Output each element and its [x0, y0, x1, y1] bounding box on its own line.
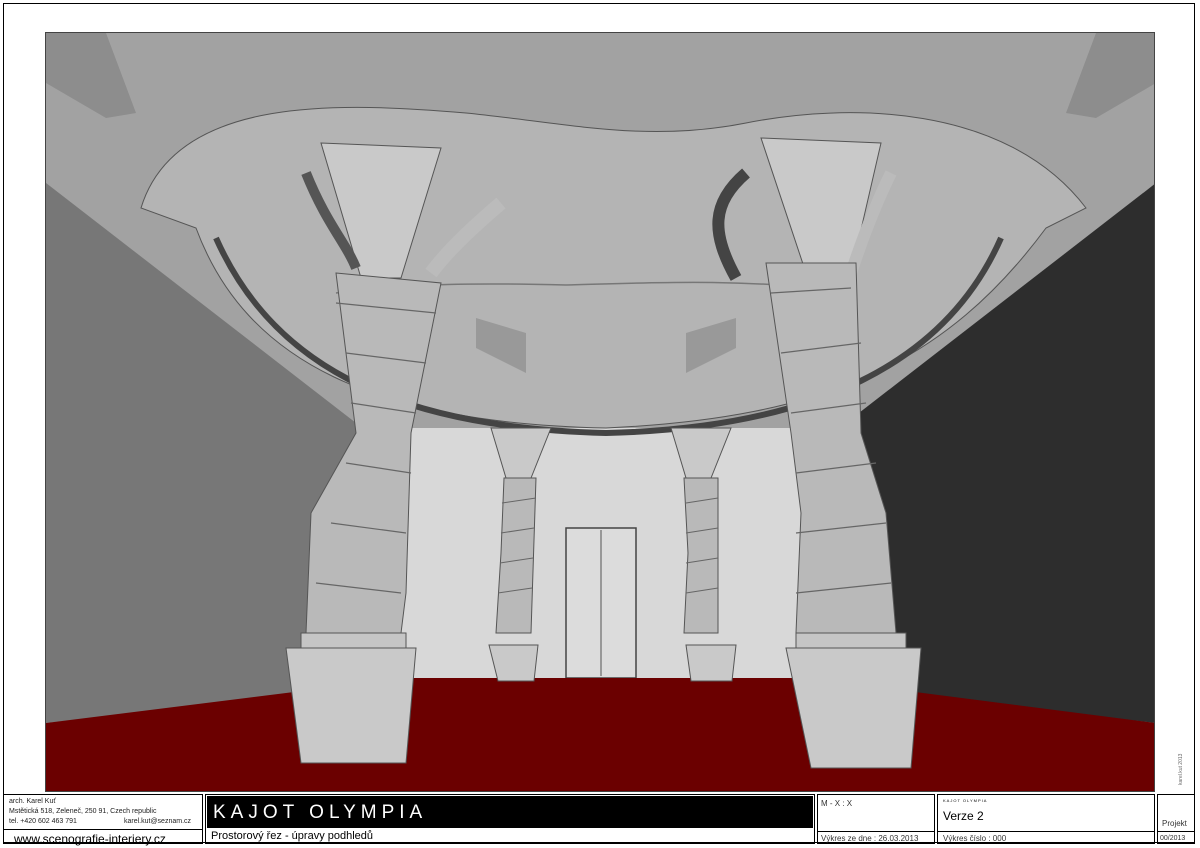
- project-label: Projekt: [1162, 819, 1187, 828]
- project-title-box: KAJOT OLYMPIA: [207, 796, 813, 828]
- architect-name: arch. Karel Kuť: [9, 798, 56, 805]
- architect-block: arch. Karel Kuť Mstětická 518, Zeleneč, …: [3, 794, 203, 846]
- scale: M - X : X: [821, 799, 853, 808]
- render-svg: [46, 33, 1154, 791]
- drawing-number: Výkres číslo : 000: [938, 831, 1154, 845]
- client-small: KAJOT OLYMPIA: [943, 798, 988, 803]
- architect-phone: tel. +420 602 463 791: [9, 818, 77, 825]
- interior-render: [45, 32, 1155, 792]
- version: Verze 2: [943, 809, 984, 823]
- architect-address: Mstětická 518, Zeleneč, 250 91, Czech re…: [9, 808, 157, 815]
- side-mark: karel.kut 2013: [1178, 753, 1184, 785]
- title-block: KAJOT OLYMPIA Prostorový řez - úpravy po…: [205, 794, 815, 844]
- project-number: 00/2013: [1158, 831, 1194, 845]
- project-title: KAJOT OLYMPIA: [213, 802, 428, 823]
- website-link[interactable]: www.scenografie-interiery.cz: [4, 829, 202, 848]
- drawing-subtitle: Prostorový řez - úpravy podhledů: [211, 830, 374, 842]
- version-block: KAJOT OLYMPIA Verze 2 Výkres číslo : 000: [937, 794, 1155, 844]
- drawing-date: Výkres ze dne : 26.03.2013: [818, 831, 934, 845]
- scale-block: M - X : X Výkres ze dne : 26.03.2013: [817, 794, 935, 844]
- architect-email: karel.kut@seznam.cz: [124, 818, 192, 825]
- project-block: Projekt 00/2013: [1157, 794, 1195, 844]
